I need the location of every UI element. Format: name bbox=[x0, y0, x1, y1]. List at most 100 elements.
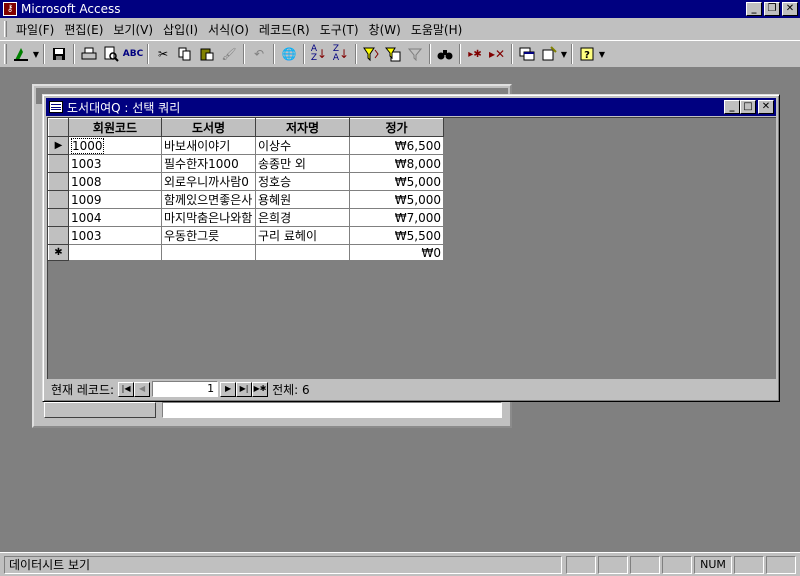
apply-filter-icon[interactable] bbox=[404, 43, 426, 65]
last-record-button[interactable]: ▶| bbox=[236, 381, 253, 397]
menu-edit[interactable]: 편집(E) bbox=[59, 21, 108, 38]
query-maximize-button[interactable]: □ bbox=[740, 100, 756, 114]
row-selector[interactable] bbox=[48, 208, 69, 227]
menu-records[interactable]: 레코드(R) bbox=[254, 21, 315, 38]
new-object-dropdown-icon[interactable]: ▼ bbox=[560, 50, 568, 59]
column-header-member-code[interactable]: 회원코드 bbox=[68, 118, 162, 137]
database-window-icon[interactable] bbox=[516, 43, 538, 65]
cell-price[interactable]: ₩5,500 bbox=[349, 226, 444, 245]
cell-book-title[interactable]: 바보새이야기 bbox=[161, 136, 256, 155]
cell-price[interactable]: ₩5,000 bbox=[349, 172, 444, 191]
cell-price[interactable]: ₩6,500 bbox=[349, 136, 444, 155]
cell-member-code[interactable]: 1004 bbox=[68, 208, 162, 227]
cell-price[interactable]: ₩5,000 bbox=[349, 190, 444, 209]
current-record-input[interactable]: 1 bbox=[152, 381, 219, 397]
cell-price[interactable]: ₩7,000 bbox=[349, 208, 444, 227]
query-minimize-button[interactable]: _ bbox=[724, 100, 740, 114]
new-record-row[interactable]: ✱ ₩0 bbox=[48, 244, 444, 261]
cell-author[interactable] bbox=[255, 244, 350, 261]
datasheet-icon[interactable] bbox=[49, 101, 63, 113]
access-key-icon[interactable]: ⚷ bbox=[3, 2, 17, 16]
query-close-button[interactable]: ✕ bbox=[758, 100, 774, 114]
column-header-book-title[interactable]: 도서명 bbox=[161, 118, 256, 137]
row-selector[interactable] bbox=[48, 190, 69, 209]
cell-author[interactable]: 송종만 외 bbox=[255, 154, 350, 173]
cell-member-code[interactable]: 1008 bbox=[68, 172, 162, 191]
sort-ascending-icon[interactable]: A Z ↓ bbox=[308, 43, 330, 65]
new-record-icon[interactable]: ▸✱ bbox=[464, 43, 486, 65]
cell-member-code[interactable]: 1003 bbox=[68, 226, 162, 245]
menu-file[interactable]: 파일(F) bbox=[11, 21, 59, 38]
filter-by-form-icon[interactable] bbox=[382, 43, 404, 65]
cell-book-title[interactable] bbox=[161, 244, 256, 261]
print-preview-icon[interactable] bbox=[100, 43, 122, 65]
view-dropdown-icon[interactable]: ▼ bbox=[32, 50, 40, 59]
cell-member-code[interactable]: 1000 bbox=[68, 136, 162, 155]
cell-author[interactable]: 정호승 bbox=[255, 172, 350, 191]
menu-view[interactable]: 보기(V) bbox=[108, 21, 158, 38]
menu-insert[interactable]: 삽입(I) bbox=[158, 21, 203, 38]
table-row[interactable]: 1003 필수한자1000 송종만 외 ₩8,000 bbox=[48, 154, 444, 173]
menu-tools[interactable]: 도구(T) bbox=[315, 21, 364, 38]
delete-record-icon[interactable]: ▸✕ bbox=[486, 43, 508, 65]
print-icon[interactable] bbox=[78, 43, 100, 65]
table-row[interactable]: 1009 함께있으면좋은사 용혜원 ₩5,000 bbox=[48, 190, 444, 209]
spelling-icon[interactable]: ABC bbox=[122, 43, 144, 65]
design-view-icon[interactable] bbox=[10, 43, 32, 65]
copy-icon[interactable] bbox=[174, 43, 196, 65]
menu-format[interactable]: 서식(O) bbox=[203, 21, 254, 38]
cell-book-title[interactable]: 우동한그릇 bbox=[161, 226, 256, 245]
current-record-indicator-icon[interactable]: ▶ bbox=[48, 136, 69, 155]
find-icon[interactable] bbox=[434, 43, 456, 65]
cell-author[interactable]: 이상수 bbox=[255, 136, 350, 155]
help-dropdown-icon[interactable]: ▼ bbox=[598, 50, 606, 59]
sort-descending-icon[interactable]: Z A ↓ bbox=[330, 43, 352, 65]
row-selector[interactable] bbox=[48, 172, 69, 191]
hyperlink-icon[interactable]: 🌐 bbox=[278, 43, 300, 65]
first-record-button[interactable]: |◀ bbox=[118, 381, 135, 397]
new-record-asterisk-icon[interactable]: ✱ bbox=[48, 244, 69, 261]
row-selector[interactable] bbox=[48, 226, 69, 245]
toolbar-grip[interactable] bbox=[4, 44, 7, 64]
app-close-button[interactable]: ✕ bbox=[782, 2, 798, 16]
cut-icon[interactable]: ✂ bbox=[152, 43, 174, 65]
row-selector[interactable] bbox=[48, 154, 69, 173]
cell-author[interactable]: 구리 료헤이 bbox=[255, 226, 350, 245]
datasheet[interactable]: 회원코드 도서명 저자명 정가 ▶ 1000 바보새이야기 이상수 ₩6,500… bbox=[47, 117, 776, 379]
app-restore-button[interactable]: ❐ bbox=[764, 2, 780, 16]
menu-window[interactable]: 창(W) bbox=[364, 21, 406, 38]
column-header-price[interactable]: 정가 bbox=[349, 118, 444, 137]
undo-icon[interactable]: ↶ bbox=[248, 43, 270, 65]
app-titlebar[interactable]: ⚷ Microsoft Access _ ❐ ✕ bbox=[0, 0, 800, 18]
cell-book-title[interactable]: 외로우니까사람0 bbox=[161, 172, 256, 191]
column-header-author[interactable]: 저자명 bbox=[255, 118, 350, 137]
paste-icon[interactable] bbox=[196, 43, 218, 65]
cell-member-code[interactable] bbox=[68, 244, 162, 261]
cell-book-title[interactable]: 필수한자1000 bbox=[161, 154, 256, 173]
cell-member-code[interactable]: 1003 bbox=[68, 154, 162, 173]
cell-book-title[interactable]: 마지막춤은나와함 bbox=[161, 208, 256, 227]
app-minimize-button[interactable]: _ bbox=[746, 2, 762, 16]
previous-record-button[interactable]: ◀ bbox=[134, 381, 151, 397]
cell-author[interactable]: 은희경 bbox=[255, 208, 350, 227]
help-icon[interactable]: ? bbox=[576, 43, 598, 65]
cell-price[interactable]: ₩8,000 bbox=[349, 154, 444, 173]
table-row[interactable]: ▶ 1000 바보새이야기 이상수 ₩6,500 bbox=[48, 136, 444, 155]
cell-author[interactable]: 용혜원 bbox=[255, 190, 350, 209]
next-record-button[interactable]: ▶ bbox=[220, 381, 237, 397]
table-row[interactable]: 1004 마지막춤은나와함 은희경 ₩7,000 bbox=[48, 208, 444, 227]
menubar-grip[interactable] bbox=[4, 21, 7, 37]
query-window-titlebar[interactable]: 도서대여Q : 선택 쿼리 _ □ ✕ bbox=[46, 98, 776, 116]
select-all-corner[interactable] bbox=[48, 118, 69, 137]
cell-member-code[interactable]: 1009 bbox=[68, 190, 162, 209]
cell-book-title[interactable]: 함께있으면좋은사 bbox=[161, 190, 256, 209]
table-row[interactable]: 1008 외로우니까사람0 정호승 ₩5,000 bbox=[48, 172, 444, 191]
menu-help[interactable]: 도움말(H) bbox=[406, 21, 468, 38]
table-row[interactable]: 1003 우동한그릇 구리 료헤이 ₩5,500 bbox=[48, 226, 444, 245]
save-icon[interactable] bbox=[48, 43, 70, 65]
format-painter-icon[interactable]: 🖌 bbox=[218, 43, 240, 65]
new-record-nav-button[interactable]: ▶✱ bbox=[252, 381, 269, 397]
query-window[interactable]: 도서대여Q : 선택 쿼리 _ □ ✕ 회원코드 도서명 저자명 정가 ▶ 10… bbox=[42, 94, 780, 402]
cell-price[interactable]: ₩0 bbox=[349, 244, 444, 261]
new-object-icon[interactable] bbox=[538, 43, 560, 65]
